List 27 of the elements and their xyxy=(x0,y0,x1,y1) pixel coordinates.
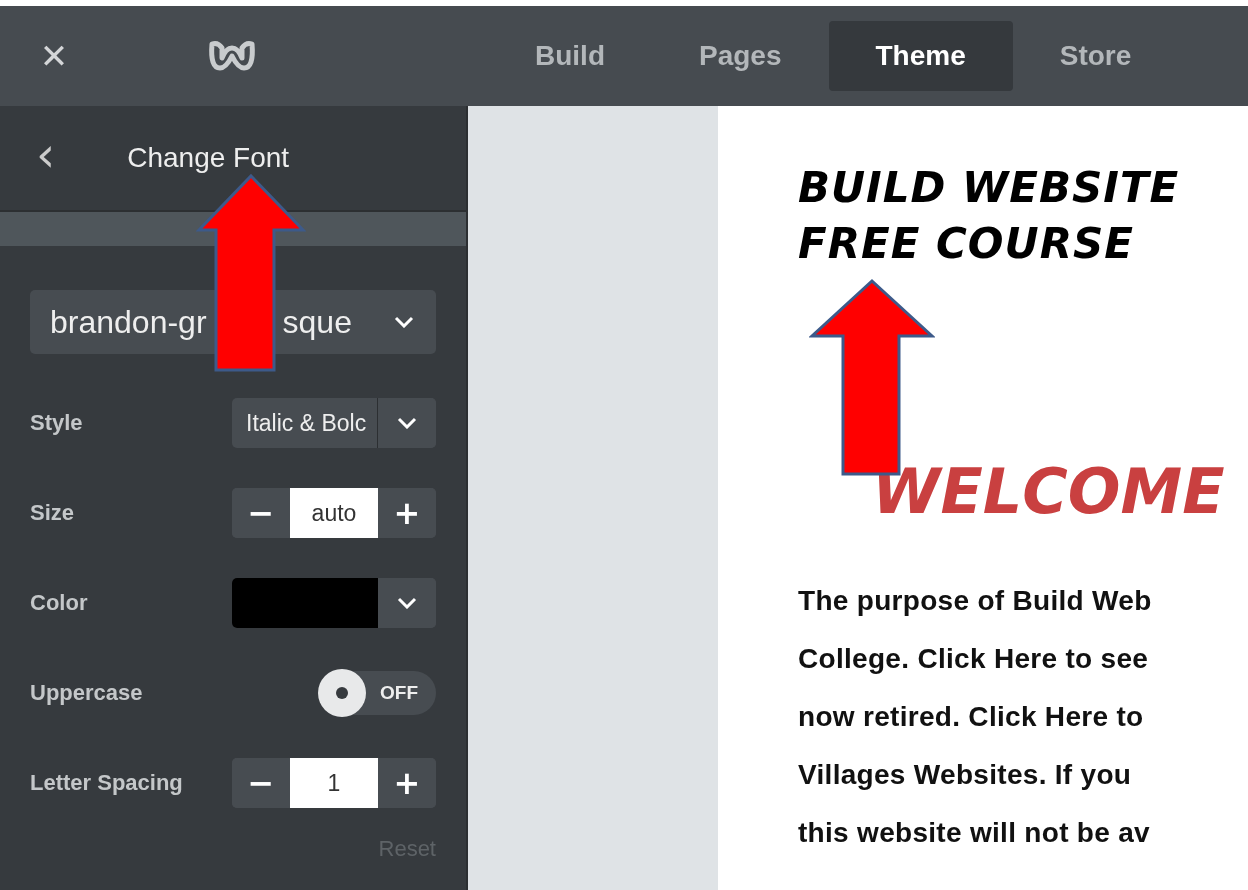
setting-label: Letter Spacing xyxy=(30,770,183,796)
chevron-down-icon[interactable] xyxy=(397,597,417,609)
paragraph-line: Villages Websites. If you xyxy=(798,758,1133,792)
style-dropdown[interactable]: Italic & Bolc xyxy=(232,398,436,448)
back-button[interactable]: ‹ xyxy=(36,130,56,178)
panel-title: Change Font xyxy=(127,142,290,174)
value-field[interactable]: 1 xyxy=(290,758,378,808)
nav-tab[interactable]: Pages xyxy=(652,21,829,91)
welcome-heading: WELCOME xyxy=(872,456,1226,528)
setting-label: Size xyxy=(30,500,75,526)
toggle-switch[interactable]: OFF xyxy=(320,671,436,715)
paragraph-line: now retired. Click Here to xyxy=(798,700,1145,734)
nav-tab[interactable]: Store xyxy=(1012,21,1179,91)
site-title: BUILD WEBSITE FREE COURSE xyxy=(798,162,1181,270)
color-swatch[interactable] xyxy=(232,578,378,628)
nav-tab[interactable]: Build xyxy=(488,21,652,91)
value-field[interactable]: auto xyxy=(290,488,378,538)
chevron-down-icon xyxy=(397,417,417,429)
paragraph-line: College. Click Here to see xyxy=(798,642,1150,676)
paragraph-line: The purpose of Build Web xyxy=(798,584,1153,618)
setting-label: Color xyxy=(30,590,88,616)
setting-label: Uppercase xyxy=(30,680,143,706)
nav-tab[interactable]: Theme xyxy=(828,21,1013,91)
chevron-down-icon xyxy=(394,316,414,328)
paragraph-line: this website will not be av xyxy=(798,816,1151,850)
close-button[interactable]: ✕ xyxy=(34,36,74,76)
setting-label: Style xyxy=(30,410,83,436)
